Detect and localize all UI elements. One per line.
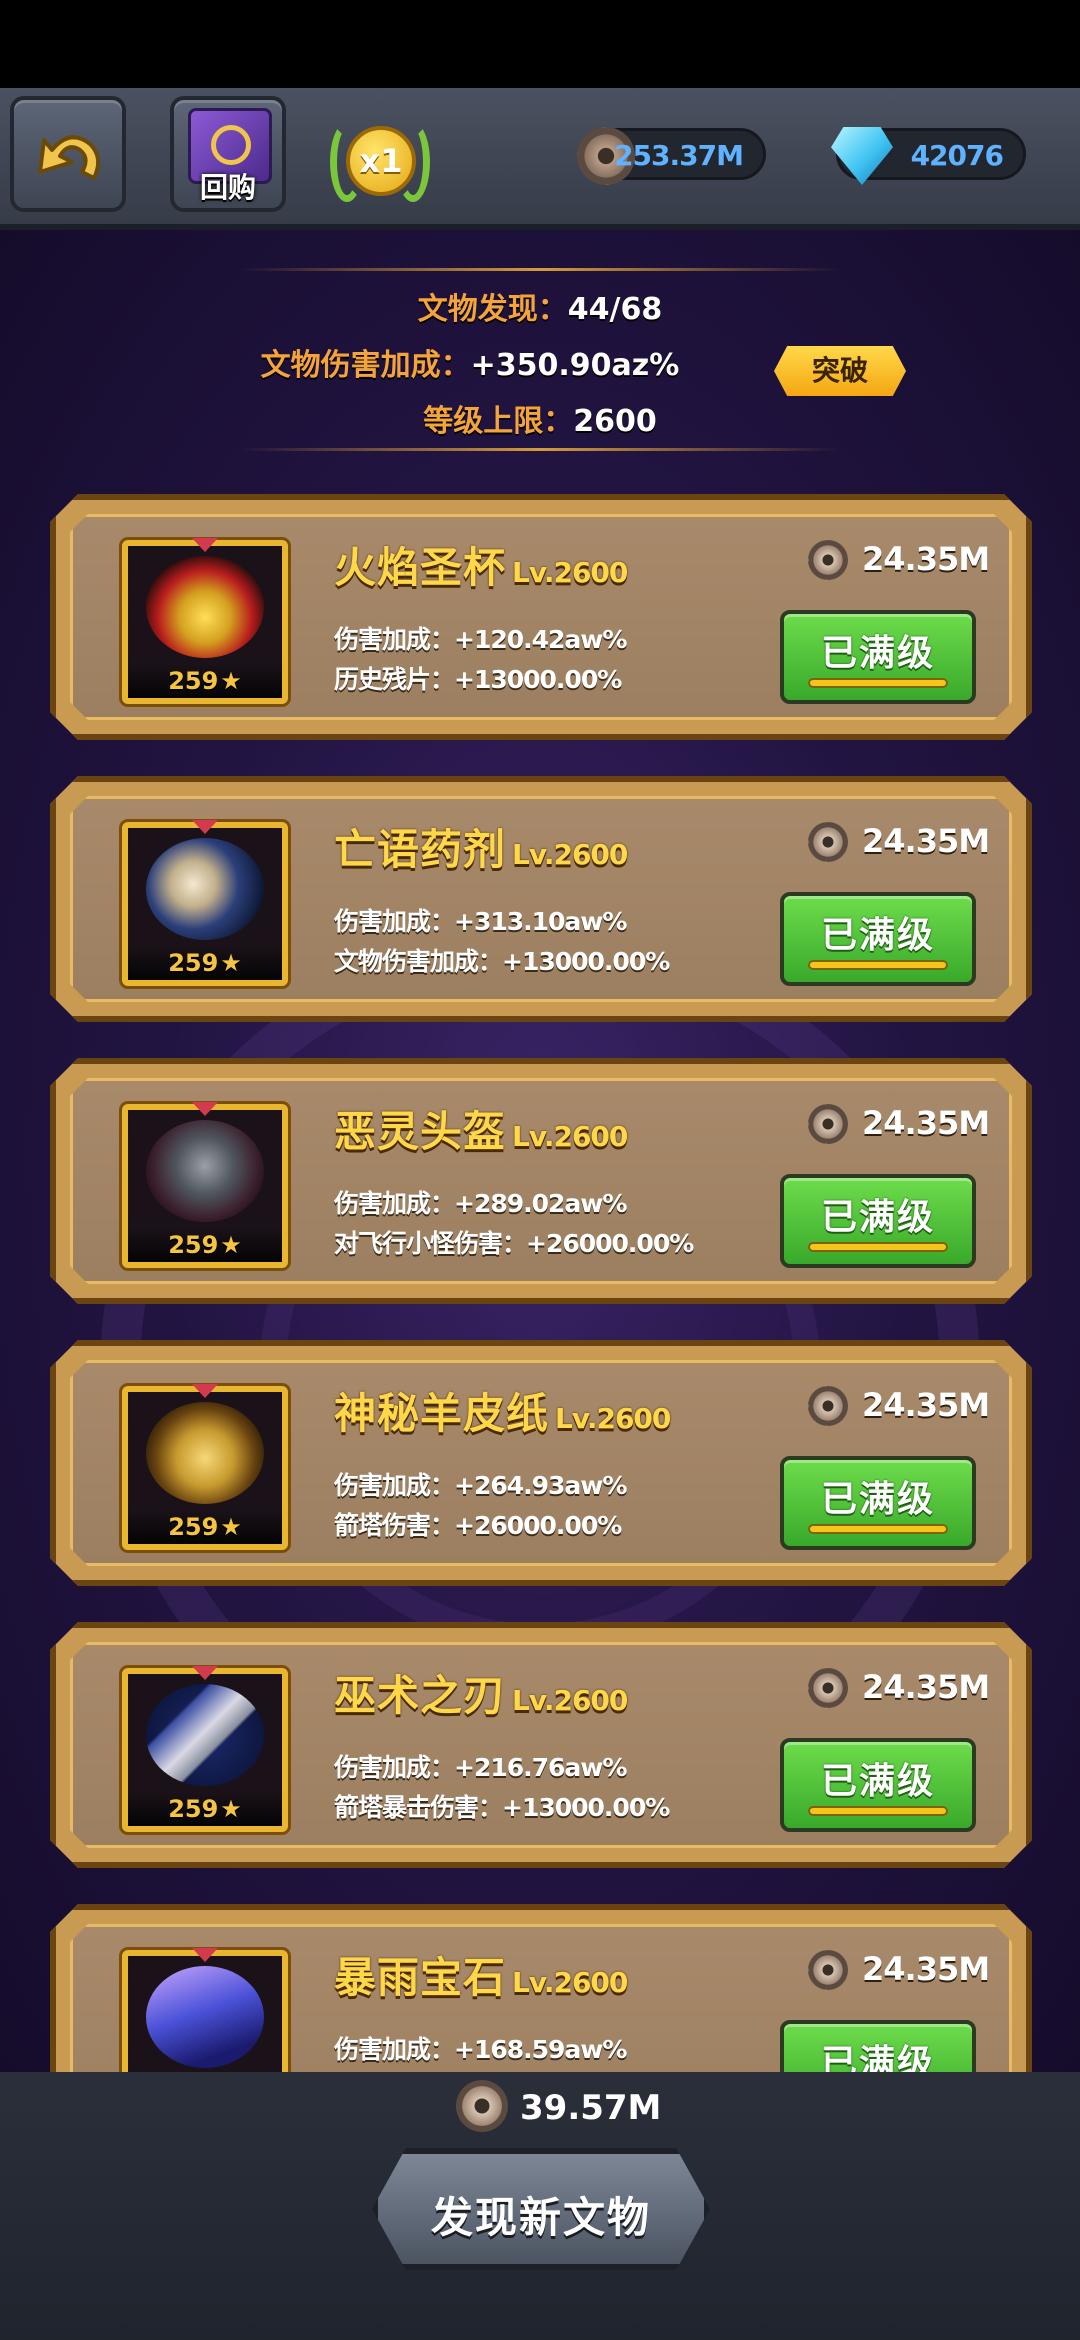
discovered-row: 文物发现：44/68 (0, 284, 1080, 328)
discover-new-relic-button[interactable]: 发现新文物 (372, 2148, 710, 2270)
relic-stat-bonus: 对飞行小怪伤害：+26000.00% (334, 1229, 694, 1258)
divider (240, 268, 840, 271)
relic-level: Lv.2600 (512, 838, 628, 871)
maxed-level-button[interactable]: 已满级 (780, 2020, 976, 2072)
gear-icon (808, 1386, 848, 1426)
relic-stars: 259★ (128, 1228, 282, 1262)
level-cap-value: 2600 (573, 404, 657, 439)
gear-currency-value: 253.37M (614, 139, 744, 172)
gem-currency-value: 42076 (910, 139, 1004, 172)
relic-level: Lv.2600 (512, 556, 628, 589)
relic-card: 暴雨宝石 Lv.2600 24.35M 伤害加成：+168.59aw% 已满级 (50, 1904, 1032, 2072)
evil-helmet-icon (146, 1120, 264, 1222)
relic-stat-damage: 伤害加成：+216.76aw% (334, 1753, 627, 1782)
gem-currency: 42076 (831, 127, 1026, 185)
relic-stat-bonus: 箭塔暴击伤害：+13000.00% (334, 1793, 670, 1822)
buyback-label: 回购 (199, 171, 256, 204)
relic-summary: 文物发现：44/68 文物伤害加成：+350.90az% 突破 等级上限：260… (0, 260, 1080, 460)
relic-stars: 259★ (128, 1792, 282, 1826)
level-cap-label: 等级上限： (423, 404, 574, 439)
relic-stat-damage: 伤害加成：+313.10aw% (334, 907, 627, 936)
back-button[interactable] (10, 96, 126, 212)
discover-label: 发现新文物 (430, 2193, 651, 2242)
maxed-level-button[interactable]: 已满级 (780, 1174, 976, 1268)
relic-name: 亡语药剂 Lv.2600 (334, 825, 628, 874)
relic-stat-bonus: 箭塔伤害：+26000.00% (334, 1511, 622, 1540)
relic-level: Lv.2600 (512, 1966, 628, 1999)
relic-name: 神秘羊皮纸 Lv.2600 (334, 1389, 671, 1438)
relic-name: 恶灵头盔 Lv.2600 (334, 1107, 628, 1156)
speed-multiplier-button[interactable]: x1 (322, 116, 438, 216)
relic-icon-frame[interactable]: 259★ (122, 540, 288, 704)
relic-icon-frame[interactable] (122, 1950, 288, 2072)
discover-cost-value: 39.57M (520, 2088, 662, 2128)
relic-card: 259★ 亡语药剂 Lv.2600 24.35M 伤害加成：+313.10aw% … (50, 776, 1032, 1022)
relic-stat-bonus: 文物伤害加成：+13000.00% (334, 947, 670, 976)
level-progress-bar (808, 960, 948, 970)
damage-bonus-label: 文物伤害加成： (260, 348, 471, 383)
relic-stat-damage: 伤害加成：+264.93aw% (334, 1471, 627, 1500)
relic-card: 259★ 神秘羊皮纸 Lv.2600 24.35M 伤害加成：+264.93aw%… (50, 1340, 1032, 1586)
gear-currency: 253.37M (577, 127, 766, 185)
gear-icon (808, 1668, 848, 1708)
relic-stat-damage: 伤害加成：+168.59aw% (334, 2035, 627, 2064)
divider (240, 448, 840, 451)
relic-name: 巫术之刃 Lv.2600 (334, 1671, 628, 1720)
back-arrow-icon (38, 135, 101, 180)
relic-stars: 259★ (128, 946, 282, 980)
maxed-level-button[interactable]: 已满级 (780, 610, 976, 704)
relic-icon-frame[interactable]: 259★ (122, 1668, 288, 1832)
damage-bonus-value: +350.90az% (470, 348, 680, 383)
relic-icon-frame[interactable]: 259★ (122, 1104, 288, 1268)
relic-card: 259★ 火焰圣杯 Lv.2600 24.35M 伤害加成：+120.42aw% … (50, 494, 1032, 740)
relic-stars: 259★ (128, 664, 282, 698)
level-progress-bar (808, 678, 948, 688)
storm-gem-icon (146, 1966, 264, 2068)
breakthrough-button[interactable]: 突破 (774, 346, 906, 396)
maxed-level-button[interactable]: 已满级 (780, 1738, 976, 1832)
discovered-value: 44/68 (567, 292, 663, 327)
star-icon: ★ (220, 1231, 242, 1259)
level-progress-bar (808, 1242, 948, 1252)
sorcery-blade-icon (146, 1684, 264, 1786)
level-cap-row: 等级上限：2600 (0, 396, 1080, 440)
star-icon: ★ (220, 667, 242, 695)
relic-list[interactable]: 259★ 火焰圣杯 Lv.2600 24.35M 伤害加成：+120.42aw% … (0, 490, 1080, 2072)
relic-name: 暴雨宝石 Lv.2600 (334, 1953, 628, 2002)
gear-icon (808, 822, 848, 862)
speed-label: x1 (346, 126, 416, 196)
gear-icon (808, 1104, 848, 1144)
star-icon: ★ (220, 1513, 242, 1541)
relic-icon-frame[interactable]: 259★ (122, 822, 288, 986)
maxed-level-button[interactable]: 已满级 (780, 1456, 976, 1550)
relic-card: 259★ 巫术之刃 Lv.2600 24.35M 伤害加成：+216.76aw% … (50, 1622, 1032, 1868)
fire-chalice-icon (146, 556, 264, 658)
parchment-icon (146, 1402, 264, 1504)
relic-level: Lv.2600 (555, 1402, 671, 1435)
relic-level: Lv.2600 (512, 1120, 628, 1153)
skull-potion-icon (146, 838, 264, 940)
star-icon: ★ (220, 1795, 242, 1823)
star-icon: ★ (220, 949, 242, 977)
discovered-label: 文物发现： (417, 292, 568, 327)
buyback-button[interactable]: 回购 (170, 96, 286, 212)
gear-icon (456, 2080, 508, 2132)
status-bar (0, 0, 1080, 88)
relic-stars: 259★ (128, 1510, 282, 1544)
relic-stat-damage: 伤害加成：+120.42aw% (334, 625, 627, 654)
relic-card: 259★ 恶灵头盔 Lv.2600 24.35M 伤害加成：+289.02aw% … (50, 1058, 1032, 1304)
relic-stat-damage: 伤害加成：+289.02aw% (334, 1189, 627, 1218)
gear-icon (808, 1950, 848, 1990)
relic-stat-bonus: 历史残片：+13000.00% (334, 665, 622, 694)
relic-icon-frame[interactable]: 259★ (122, 1386, 288, 1550)
gear-icon (808, 540, 848, 580)
relic-level: Lv.2600 (512, 1684, 628, 1717)
level-progress-bar (808, 1524, 948, 1534)
relic-name: 火焰圣杯 Lv.2600 (334, 543, 628, 592)
level-progress-bar (808, 1806, 948, 1816)
maxed-level-button[interactable]: 已满级 (780, 892, 976, 986)
